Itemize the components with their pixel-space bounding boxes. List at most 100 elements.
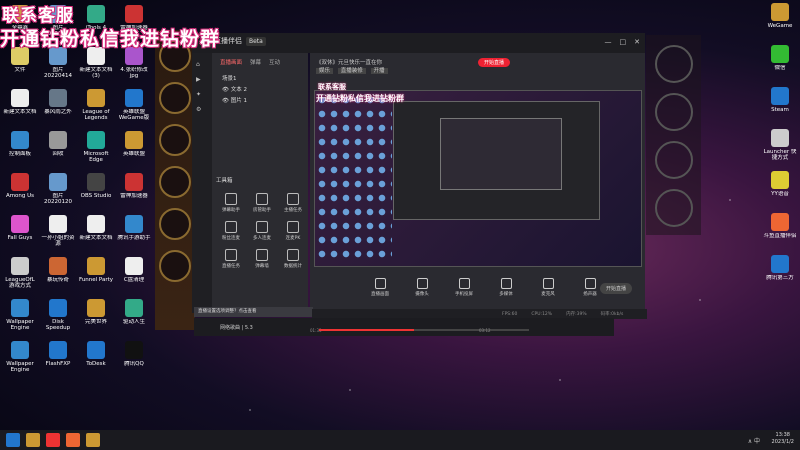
- room-tag[interactable]: 直播装修: [337, 68, 366, 74]
- desktop-icon[interactable]: 新建文本文档: [2, 89, 38, 121]
- taskbar-search-icon[interactable]: [26, 433, 40, 447]
- desktop-icon[interactable]: Fall Guys: [2, 215, 38, 247]
- app-icon: [11, 173, 29, 191]
- tool-button[interactable]: 粉丝连麦: [216, 221, 246, 241]
- desktop-icon[interactable]: 英雄联盟: [116, 131, 152, 163]
- nav-gift-icon[interactable]: ✦: [196, 91, 208, 98]
- desktop-icon[interactable]: Launcher 快捷方式: [762, 129, 798, 161]
- desktop-icon[interactable]: 完美世界: [78, 299, 114, 331]
- control-label: 扬声器: [583, 292, 597, 297]
- source-control-button[interactable]: 摄像头: [410, 278, 434, 297]
- time-end: 03:12: [479, 328, 491, 333]
- desktop-icon[interactable]: ToDesk: [78, 341, 114, 373]
- scene-source-image[interactable]: 👁 图片 1: [222, 96, 298, 104]
- room-tag[interactable]: 开播: [370, 68, 388, 74]
- desktop-icon[interactable]: Steam: [762, 87, 798, 119]
- tool-button[interactable]: 弹幕助手: [216, 193, 246, 213]
- tool-button[interactable]: 主播任务: [278, 193, 308, 213]
- nav-settings-icon[interactable]: ⚙: [196, 106, 208, 113]
- desktop-icon[interactable]: Wallpaper Engine: [2, 341, 38, 373]
- nav-home-icon[interactable]: ⌂: [196, 61, 208, 68]
- clock[interactable]: 13:38 2023/1/2: [772, 432, 794, 446]
- tab-screen[interactable]: 直播画面: [220, 58, 242, 66]
- desktop-icon[interactable]: Microsoft Edge: [78, 131, 114, 163]
- nested-preview-2: [440, 118, 562, 190]
- nav-live-icon[interactable]: ▶: [196, 76, 208, 83]
- source-control-button[interactable]: 扬声器: [578, 278, 602, 297]
- taskbar-app-icon[interactable]: [86, 433, 100, 447]
- desktop-icon[interactable]: FlashFXP: [40, 341, 76, 373]
- minimize-button[interactable]: —: [605, 38, 612, 46]
- desktop-icon-label: WeGame: [767, 23, 793, 29]
- desktop-icon[interactable]: 腾讯手游助手: [116, 215, 152, 247]
- desktop-icon[interactable]: 文件: [2, 47, 38, 79]
- tool-label: 直播任务: [222, 264, 240, 269]
- desktop-icon[interactable]: 驱动人生: [116, 299, 152, 331]
- desktop-icon[interactable]: OBS Studio: [78, 173, 114, 205]
- desktop-icon[interactable]: 图片 20220120: [40, 173, 76, 205]
- desktop-icon[interactable]: 斗鱼直播伴侣: [762, 213, 798, 245]
- desktop-icon[interactable]: 暴玩传奇: [40, 257, 76, 289]
- desktop-icon[interactable]: 一孙小姐的资源: [40, 215, 76, 247]
- desktop-icon[interactable]: LeagueOfL 游戏方式: [2, 257, 38, 289]
- tool-button[interactable]: 直播任务: [216, 249, 246, 269]
- desktop-icon[interactable]: 暴风雨之外: [40, 89, 76, 121]
- start-live-button[interactable]: 开始直播: [478, 58, 511, 67]
- source-control-button[interactable]: 手机投屏: [452, 278, 476, 297]
- room-tag[interactable]: 娱乐: [316, 68, 334, 74]
- desktop-icon[interactable]: 图片 20220414: [40, 47, 76, 79]
- source-control-button[interactable]: 直播画面: [368, 278, 392, 297]
- desktop-icon-label: 腾讯第三方: [766, 275, 794, 281]
- maximize-button[interactable]: □: [620, 38, 627, 46]
- overlay-promo-text: 开通钻粉私信我进钻粉群: [0, 28, 221, 50]
- tool-label: 主播任务: [284, 208, 302, 213]
- desktop-icon[interactable]: WeGame: [762, 3, 798, 35]
- status-item: 码率:0kb/s: [600, 312, 624, 317]
- scene-item[interactable]: 场景1: [222, 74, 298, 82]
- tool-button[interactable]: 多人连麦: [247, 221, 277, 241]
- room-info: 《双休》元旦快乐一直在你 娱乐 直播装修 开播: [316, 58, 391, 74]
- tool-button[interactable]: 数据统计: [278, 249, 308, 269]
- tool-button[interactable]: 弹幕墙: [247, 249, 277, 269]
- tab-interact[interactable]: 互动: [269, 58, 280, 66]
- go-live-button[interactable]: 开始直播: [600, 283, 633, 294]
- source-control-button[interactable]: 麦克风: [536, 278, 560, 297]
- desktop-icon[interactable]: 新建文本文档 (3): [78, 47, 114, 79]
- tool-button[interactable]: 连麦PK: [278, 221, 308, 241]
- desktop-icon[interactable]: 腾讯QQ: [116, 341, 152, 373]
- close-button[interactable]: ✕: [634, 38, 640, 46]
- taskbar-app-icon[interactable]: [46, 433, 60, 447]
- app-icon: [11, 257, 29, 275]
- desktop-icon[interactable]: 英雄联盟 WeGame版: [116, 89, 152, 121]
- desktop-icon[interactable]: 新建文本文档: [78, 215, 114, 247]
- desktop-icon[interactable]: 控制面板: [2, 131, 38, 163]
- scene-source-text[interactable]: 👁 文本 2: [222, 85, 298, 93]
- desktop-icon[interactable]: 微信: [762, 45, 798, 77]
- music-progress[interactable]: [319, 329, 529, 331]
- desktop-icon-label: 腾讯QQ: [124, 361, 144, 367]
- tool-button[interactable]: 房管助手: [247, 193, 277, 213]
- windows-start-icon[interactable]: [6, 433, 20, 447]
- status-item: FPS:60: [502, 311, 518, 317]
- system-tray[interactable]: ∧ 中: [748, 436, 760, 445]
- desktop-icon[interactable]: Among Us: [2, 173, 38, 205]
- taskbar-app-icon[interactable]: [66, 433, 80, 447]
- desktop-icon[interactable]: League of Legends: [78, 89, 114, 121]
- app-icon: [49, 341, 67, 359]
- desktop-icon[interactable]: C盘清理: [116, 257, 152, 289]
- desktop-icon[interactable]: YY语音: [762, 171, 798, 203]
- desktop-icon-label: 斗鱼直播伴侣: [763, 233, 797, 239]
- desktop-icon[interactable]: 雷神加速器: [116, 173, 152, 205]
- source-control-button[interactable]: 多媒体: [494, 278, 518, 297]
- desktop-icon[interactable]: Wallpaper Engine: [2, 299, 38, 331]
- desktop-icon[interactable]: 4.张织修改 jpg: [116, 47, 152, 79]
- app-icon: [49, 257, 67, 275]
- tab-danmu[interactable]: 弹幕: [250, 58, 261, 66]
- desktop-icon[interactable]: Funnel Party: [78, 257, 114, 289]
- desktop-icon[interactable]: 回收: [40, 131, 76, 163]
- app-icon: [87, 89, 105, 107]
- room-title[interactable]: 《双休》元旦快乐一直在你: [316, 60, 382, 66]
- desktop-icon[interactable]: Disk Speedup: [40, 299, 76, 331]
- desktop-icon[interactable]: 腾讯第三方: [762, 255, 798, 287]
- settings-notice[interactable]: 直播设置选项调整？点击查看: [194, 307, 313, 317]
